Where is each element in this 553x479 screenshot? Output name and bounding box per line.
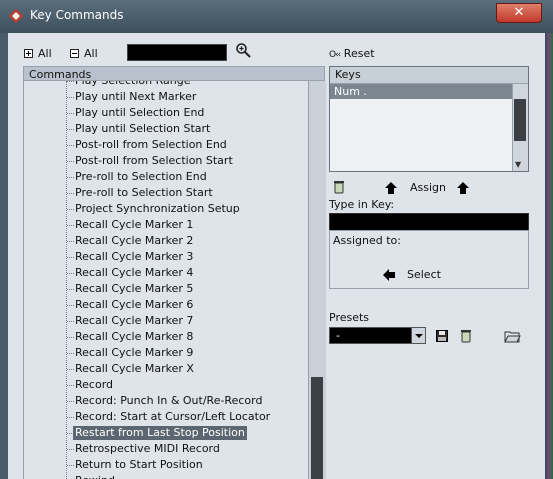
command-item[interactable]: Record: Start at Cursor/Left Locator — [24, 409, 309, 425]
dialog-body: All All Commands Play Selection RangePla… — [8, 33, 545, 479]
command-item[interactable]: Recall Cycle Marker X — [24, 361, 309, 377]
arrow-up-icon — [385, 182, 397, 194]
command-label: Record: Punch In & Out/Re-Record — [75, 394, 263, 407]
command-label: Pre-roll to Selection End — [75, 170, 207, 183]
command-label: Post-roll from Selection Start — [75, 154, 233, 167]
arrow-up-icon — [457, 182, 469, 194]
command-item[interactable]: Recall Cycle Marker 9 — [24, 345, 309, 361]
command-label: Return to Start Position — [75, 458, 203, 471]
close-icon: ✕ — [513, 5, 525, 20]
command-item[interactable]: Record: Punch In & Out/Re-Record — [24, 393, 309, 409]
command-label: Recall Cycle Marker 4 — [75, 266, 194, 279]
command-label: Retrospective MIDI Record — [75, 442, 220, 455]
command-label: Recall Cycle Marker 9 — [75, 346, 194, 359]
select-button[interactable]: Select — [383, 268, 483, 282]
open-folder-icon[interactable] — [504, 330, 521, 343]
reset-icon: O‹‹ — [329, 50, 341, 60]
presets-value: - — [336, 329, 340, 342]
assigned-to-box: Assigned to: Select — [329, 230, 529, 289]
keys-list[interactable]: Keys Num . ▼ — [329, 66, 529, 172]
close-button[interactable]: ✕ — [496, 3, 542, 23]
commands-scrollbar-thumb[interactable] — [311, 377, 323, 479]
presets-select[interactable]: - — [329, 327, 426, 344]
command-label: Recall Cycle Marker 3 — [75, 250, 194, 263]
command-item[interactable]: Project Synchronization Setup — [24, 201, 309, 217]
command-label: Pre-roll to Selection Start — [75, 186, 213, 199]
presets-label: Presets — [329, 311, 370, 324]
command-label: Record: Start at Cursor/Left Locator — [75, 410, 271, 423]
title-bar: Key Commands ✕ — [0, 0, 553, 33]
commands-tree[interactable]: Play Selection Range Play until Next Mark… — [23, 81, 309, 479]
command-item[interactable]: Post-roll from Selection Start — [24, 153, 309, 169]
reset-label: Reset — [343, 47, 375, 60]
command-item[interactable]: Recall Cycle Marker 3 — [24, 249, 309, 265]
plus-icon — [24, 49, 33, 58]
command-item[interactable]: Play Selection Range — [24, 81, 309, 89]
select-label: Select — [407, 268, 441, 281]
command-label: Recall Cycle Marker X — [75, 362, 194, 375]
search-icon[interactable] — [235, 42, 251, 58]
arrow-left-icon — [383, 269, 395, 281]
chevron-down-icon[interactable] — [411, 328, 425, 343]
save-icon[interactable] — [436, 330, 448, 342]
delete-preset-icon[interactable] — [460, 329, 472, 343]
keys-scrollbar[interactable]: ▼ — [512, 84, 528, 171]
command-item[interactable]: Record — [24, 377, 309, 393]
keys-scrollbar-thumb[interactable] — [514, 99, 526, 141]
delete-key-icon[interactable] — [333, 180, 345, 194]
command-label: Rewind — [73, 474, 117, 479]
command-item[interactable]: Recall Cycle Marker 8 — [24, 329, 309, 345]
command-label: Play until Selection Start — [75, 122, 211, 135]
expand-all-label: All — [38, 47, 52, 60]
command-item[interactable]: Recall Cycle Marker 7 — [24, 313, 309, 329]
window-frame-right — [545, 33, 553, 479]
key-item[interactable]: Num . — [330, 84, 512, 99]
command-label: Post-roll from Selection End — [75, 138, 227, 151]
command-item[interactable]: Play until Selection End — [24, 105, 309, 121]
expand-all-button[interactable]: All — [24, 47, 52, 60]
command-label: Play Selection Range — [73, 81, 193, 88]
command-item[interactable]: Recall Cycle Marker 6 — [24, 297, 309, 313]
command-item[interactable]: Play until Next Marker — [24, 89, 309, 105]
command-label: Restart from Last Stop Position — [73, 426, 247, 440]
collapse-all-button[interactable]: All — [70, 47, 98, 60]
command-label: Play until Selection End — [75, 106, 205, 119]
command-item[interactable]: Recall Cycle Marker 4 — [24, 265, 309, 281]
command-item[interactable]: Restart from Last Stop Position — [24, 425, 309, 441]
command-label: Play until Next Marker — [75, 90, 197, 103]
command-item[interactable]: Retrospective MIDI Record — [24, 441, 309, 457]
collapse-all-label: All — [84, 47, 98, 60]
commands-scrollbar[interactable] — [308, 81, 326, 479]
command-item[interactable]: Post-roll from Selection End — [24, 137, 309, 153]
window-frame-left — [0, 33, 8, 479]
app-icon — [9, 9, 23, 23]
command-label: Record — [75, 378, 114, 391]
command-label: Project Synchronization Setup — [75, 202, 240, 215]
reset-button[interactable]: O‹‹ Reset — [329, 47, 375, 60]
command-item[interactable]: Play until Selection Start — [24, 121, 309, 137]
commands-header[interactable]: Commands — [23, 66, 325, 81]
minus-icon — [70, 49, 79, 58]
assign-row: Assign — [329, 180, 529, 196]
command-item[interactable]: Return to Start Position — [24, 457, 309, 473]
command-label: Recall Cycle Marker 6 — [75, 298, 194, 311]
command-label: Recall Cycle Marker 1 — [75, 218, 194, 231]
window-title: Key Commands — [30, 8, 124, 22]
type-in-key-label: Type in Key: — [329, 198, 395, 211]
keys-header: Keys — [330, 67, 528, 84]
command-item[interactable]: Recall Cycle Marker 5 — [24, 281, 309, 297]
search-input[interactable] — [127, 44, 227, 61]
command-item[interactable]: Pre-roll to Selection Start — [24, 185, 309, 201]
command-label: Recall Cycle Marker 8 — [75, 330, 194, 343]
command-label: Recall Cycle Marker 7 — [75, 314, 194, 327]
scroll-down-icon[interactable]: ▼ — [515, 160, 521, 169]
command-label: Recall Cycle Marker 5 — [75, 282, 194, 295]
command-item[interactable]: Recall Cycle Marker 2 — [24, 233, 309, 249]
assign-label: Assign — [410, 181, 446, 194]
command-label: Recall Cycle Marker 2 — [75, 234, 194, 247]
assigned-to-label: Assigned to: — [333, 234, 401, 247]
command-item[interactable]: Rewind — [24, 473, 309, 479]
command-item[interactable]: Recall Cycle Marker 1 — [24, 217, 309, 233]
command-item[interactable]: Pre-roll to Selection End — [24, 169, 309, 185]
